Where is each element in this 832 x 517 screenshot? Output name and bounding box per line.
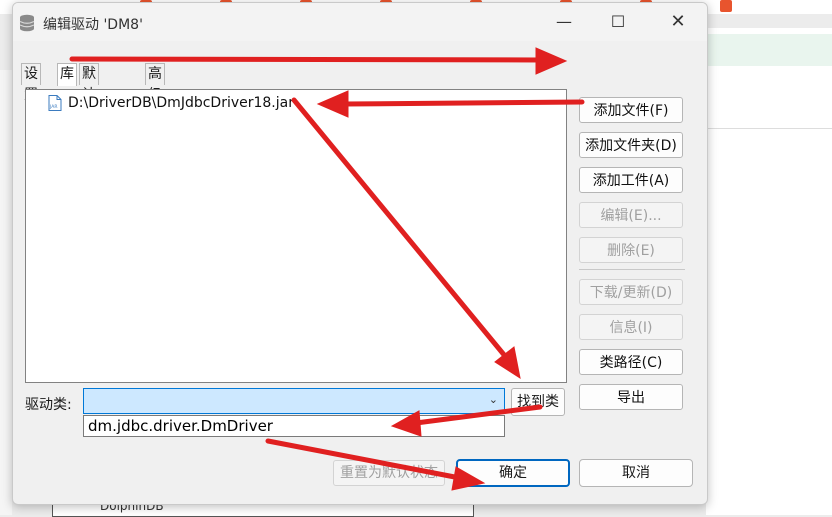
reset-default-button[interactable]: 重置为默认状态 (333, 460, 445, 486)
download-update-button[interactable]: 下载/更新(D) (579, 279, 683, 305)
dropdown-option[interactable]: dm.jdbc.driver.DmDriver (88, 417, 273, 435)
info-button[interactable]: 信息(I) (579, 314, 683, 340)
add-folder-button[interactable]: 添加文件夹(D) (579, 132, 683, 158)
jar-file-icon: JAR (48, 95, 62, 111)
title-bar[interactable]: 编辑驱动 'DM8' — ☐ ✕ (13, 3, 707, 41)
cancel-button[interactable]: 取消 (579, 459, 693, 487)
tab-libraries[interactable]: 库 (57, 63, 77, 86)
list-item[interactable]: JAR D:\DriverDB\DmJdbcDriver18.jar (48, 94, 294, 112)
background-left-strip (0, 70, 12, 515)
export-button[interactable]: 导出 (579, 384, 683, 410)
driver-class-combobox[interactable]: ⌄ (83, 388, 505, 414)
add-artifact-button[interactable]: 添加工件(A) (579, 167, 683, 193)
classpath-button[interactable]: 类路径(C) (579, 349, 683, 375)
window-title: 编辑驱动 'DM8' (43, 17, 143, 33)
library-path: D:\DriverDB\DmJdbcDriver18.jar (68, 95, 294, 111)
background-highlight-band (706, 34, 832, 66)
minimize-icon[interactable]: — (549, 11, 579, 33)
driver-class-dropdown: dm.jdbc.driver.DmDriver (83, 415, 505, 437)
tab-default-properties[interactable]: 默认属性 (79, 63, 99, 145)
find-class-button[interactable]: 找到类 (511, 388, 565, 416)
background-panel (706, 28, 832, 515)
svg-text:JAR: JAR (49, 104, 57, 110)
background-tab-icon (720, 0, 732, 12)
delete-button[interactable]: 删除(E) (579, 237, 683, 263)
edit-button[interactable]: 编辑(E)... (579, 202, 683, 228)
background-divider (706, 128, 832, 129)
close-icon[interactable]: ✕ (663, 11, 693, 33)
driver-class-label: 驱动类: (25, 397, 72, 413)
chevron-down-icon[interactable]: ⌄ (489, 393, 498, 406)
tab-advanced-parameters[interactable]: 高级参数 (145, 63, 165, 145)
add-file-button[interactable]: 添加文件(F) (579, 97, 683, 123)
edit-driver-dialog: 编辑驱动 'DM8' — ☐ ✕ 设置 库 默认属性 高级参数 JAR D:\D… (12, 2, 708, 505)
ok-button[interactable]: 确定 (456, 459, 570, 487)
library-list[interactable]: JAR D:\DriverDB\DmJdbcDriver18.jar (25, 89, 567, 383)
database-icon (19, 14, 35, 32)
tab-settings[interactable]: 设置 (21, 63, 41, 103)
maximize-icon[interactable]: ☐ (603, 11, 633, 33)
button-separator (579, 269, 685, 270)
